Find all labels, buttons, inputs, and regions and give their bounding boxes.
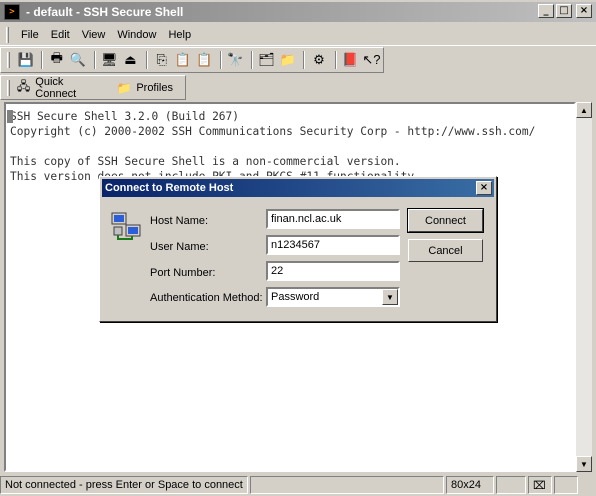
toolbar: 💾 🖶 🔍 🖥 ⏏ ⎘ 📋 📋 🔭 🗂 📁 ⚙ 📕 ↖? [0, 47, 384, 73]
dialog-title-bar: Connect to Remote Host × [102, 179, 494, 197]
profiles-button[interactable]: 📁 Profiles [116, 80, 173, 96]
terminal-line: Copyright (c) 2000-2002 SSH Communicatio… [10, 125, 536, 138]
terminal-line: This copy of SSH Secure Shell is a non-c… [10, 155, 401, 168]
vertical-scrollbar[interactable]: ▲ ▼ [576, 102, 592, 472]
menu-bar: File Edit View Window Help [0, 24, 596, 46]
window-title: - default - SSH Secure Shell [26, 5, 184, 19]
quick-connect-label: Quick Connect [35, 75, 77, 100]
context-help-icon[interactable]: ↖? [362, 50, 381, 70]
copy-icon[interactable]: ⎘ [152, 50, 171, 70]
terminal-cursor [7, 110, 13, 123]
scroll-up-icon[interactable]: ▲ [576, 102, 592, 118]
scroll-down-icon[interactable]: ▼ [576, 456, 592, 472]
port-number-label: Port Number: [150, 267, 216, 279]
menubar-grip [6, 26, 9, 43]
settings-icon[interactable]: ⚙ [309, 50, 328, 70]
toolbar-separator [303, 51, 306, 69]
connect-button[interactable]: Connect [407, 208, 484, 233]
close-button[interactable]: × [576, 4, 592, 18]
new-connection-icon[interactable]: 🖥 [100, 50, 119, 70]
connect-dialog: Connect to Remote Host × Host Name: User… [99, 176, 497, 322]
status-bar: Not connected - press Enter or Space to … [0, 474, 596, 496]
print-icon[interactable]: 🖶 [47, 50, 66, 70]
file-transfer-icon[interactable]: 🗂 [257, 50, 276, 70]
ssh-window: > - default - SSH Secure Shell _ □ × Fil… [0, 0, 596, 496]
find-icon[interactable]: 🔭 [226, 50, 245, 70]
disconnect-icon[interactable]: ⏏ [121, 50, 140, 70]
dialog-title: Connect to Remote Host [105, 182, 234, 194]
menu-edit[interactable]: Edit [45, 27, 76, 43]
quick-connect-icon: 🖧 [16, 79, 31, 93]
user-name-label: User Name: [150, 241, 209, 253]
cancel-button[interactable]: Cancel [408, 239, 483, 262]
host-name-field[interactable]: finan.ncl.ac.uk [266, 209, 400, 229]
title-bar: > - default - SSH Secure Shell _ □ × [0, 0, 596, 24]
toolbar-separator [250, 51, 253, 69]
auth-method-select[interactable]: Password ▼ [266, 287, 400, 307]
help-book-icon[interactable]: 📕 [341, 50, 360, 70]
terminal-line: SSH Secure Shell 3.2.0 (Build 267) [10, 110, 240, 123]
toolbar-separator [93, 51, 96, 69]
auth-method-value: Password [271, 291, 320, 303]
toolbar-separator [334, 51, 337, 69]
maximize-button[interactable]: □ [556, 4, 572, 18]
profile-bar: 🖧 Quick Connect 📁 Profiles [0, 75, 186, 100]
new-file-transfer-icon[interactable]: 📁 [278, 50, 297, 70]
save-icon[interactable]: 💾 [16, 50, 35, 70]
terminal-app-icon: > [4, 4, 20, 20]
minimize-button[interactable]: _ [538, 4, 554, 18]
dialog-close-button[interactable]: × [476, 181, 492, 195]
menu-file[interactable]: File [15, 27, 45, 43]
folder-icon: 📁 [116, 80, 132, 95]
toolbar-grip [7, 52, 10, 68]
status-panel-empty [554, 476, 578, 494]
status-message: Not connected - press Enter or Space to … [0, 476, 248, 494]
menu-help[interactable]: Help [162, 27, 197, 43]
toolbar-separator [219, 51, 222, 69]
port-number-field[interactable]: 22 [266, 261, 400, 281]
terminal-size: 80x24 [446, 476, 494, 494]
toolbar-separator [41, 51, 44, 69]
connection-status-icon: ⌧ [528, 476, 552, 494]
profilebar-grip [7, 79, 10, 96]
auth-method-label: Authentication Method: [150, 292, 263, 304]
menu-window[interactable]: Window [111, 27, 162, 43]
user-name-field[interactable]: n1234567 [266, 235, 400, 255]
toolbar-separator [146, 51, 149, 69]
network-computers-icon [111, 212, 141, 240]
quick-connect-button[interactable]: 🖧 Quick Connect [16, 76, 104, 100]
paste-clipboard-icon[interactable]: 📋 [194, 50, 213, 70]
print-preview-icon[interactable]: 🔍 [68, 50, 87, 70]
paste-icon[interactable]: 📋 [173, 50, 192, 70]
status-panel-empty [496, 476, 526, 494]
profiles-label: Profiles [136, 81, 173, 94]
host-name-label: Host Name: [150, 215, 209, 227]
menu-view[interactable]: View [76, 27, 112, 43]
dropdown-arrow-icon[interactable]: ▼ [382, 289, 398, 305]
status-panel-empty [250, 476, 444, 494]
